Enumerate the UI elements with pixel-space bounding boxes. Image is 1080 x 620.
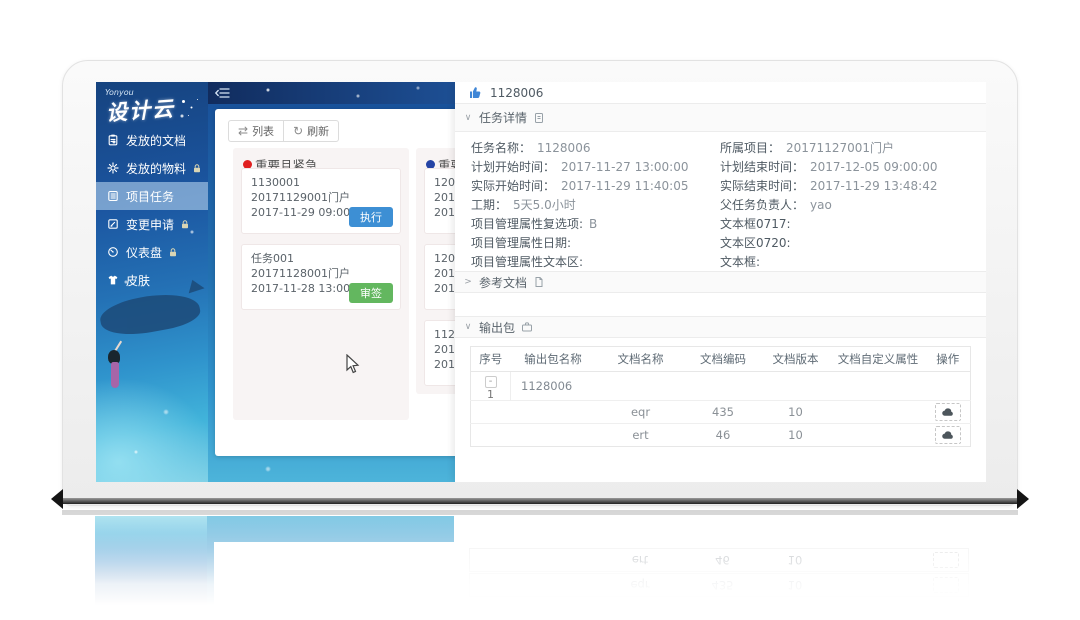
clipboard-icon [107,134,119,146]
section-task-detail[interactable]: ∨ 任务详情 [455,104,986,132]
tasks-icon [107,190,119,202]
cloud-download-icon [942,408,954,416]
download-button[interactable] [935,403,961,421]
girl-illustration [111,362,119,388]
kanban-column-urgent-important: 重要且紧急 1130001 20171129001门户 2017-11-29 0… [233,148,409,420]
refresh-button[interactable]: ↻ 刷新 [283,120,339,142]
sidebar-item-skin[interactable]: 皮肤 [96,266,208,294]
topbar [208,82,455,104]
sidebar-item-label: 发放的文档 [126,132,186,149]
mouse-cursor [346,354,360,374]
chevron-down-icon: ∨ [463,113,473,123]
package-name: 1128006 [511,372,596,401]
output-package-table: 序号 输出包名称 文档名称 文档编码 文档版本 文档自定义属性 操作 - 1 1 [470,346,971,447]
approve-button[interactable]: 审签 [349,283,393,303]
table-row: ert 46 10 [471,424,971,447]
sidebar-item-label: 变更申请 [126,216,174,233]
refresh-icon: ↻ [293,125,303,137]
task-card[interactable]: 任务001 20171128001门户 2017-11-28 13:00:00 … [241,244,401,310]
document-icon [533,112,545,124]
sidebar-item-project-tasks[interactable]: 项目任务 [96,182,208,210]
panel-header: 1128006 [455,82,986,104]
edit-icon [107,218,119,230]
table-group-row: - 1 1128006 [471,372,971,401]
task-id: 1128006 [490,86,543,100]
lock-icon [181,220,189,229]
sidebar-item-label: 发放的物料 [126,160,186,177]
section-output-package[interactable]: ∨ 输出包 [455,316,986,338]
laptop-foot-right [1017,489,1029,509]
briefcase-icon [521,321,533,333]
shirt-icon [107,274,119,286]
brand-logo: 设计云 [105,93,176,128]
file-icon [533,276,545,288]
lock-icon [169,248,177,257]
stars-decoration [182,100,185,103]
task-board: ⇄ 列表 ↻ 刷新 重要且紧急 1130001 201711 [215,109,465,456]
whale-illustration [98,288,203,341]
laptop-frame: Yonyou 设计云 发放的文档 发放的物料 [62,60,1018,506]
task-fields: 任务名称：1128006 所属项目：20171127001门户 计划开始时间：2… [455,132,986,271]
screen: Yonyou 设计云 发放的文档 发放的物料 [96,82,986,482]
sidebar-item-dashboard[interactable]: 仪表盘 [96,238,208,266]
list-view-button[interactable]: ⇄ 列表 [228,120,284,142]
page: Yonyou 设计云 发放的文档 发放的物料 [0,0,1080,620]
gear-icon [107,162,119,174]
sidebar-nav: 发放的文档 发放的物料 项目任务 [96,126,208,294]
execute-button[interactable]: 执行 [349,207,393,227]
cloud-download-icon [942,431,954,439]
sidebar-item-issued-docs[interactable]: 发放的文档 [96,126,208,154]
card-task-name: 任务001 [251,251,391,266]
collapse-menu-icon[interactable] [215,87,231,99]
chevron-right-icon: > [463,277,473,287]
task-card[interactable]: 1130001 20171129001门户 2017-11-29 09:00:0… [241,168,401,234]
chevron-down-icon: ∨ [463,322,473,332]
detail-panel: 1128006 ∨ 任务详情 任务名称：1128006 所属项目：2017112… [455,82,986,482]
card-project: 20171129001门户 [251,190,391,205]
reflection: ert 46 10 eqr 435 10 [62,510,1018,605]
download-button[interactable] [935,426,961,444]
section-reference-docs[interactable]: > 参考文档 [455,271,986,293]
row-number: 1 [471,389,510,400]
card-task-name: 1130001 [251,175,391,190]
lock-icon [193,164,201,173]
laptop-foot-left [51,489,63,509]
sidebar-item-issued-materials[interactable]: 发放的物料 [96,154,208,182]
sidebar-item-label: 皮肤 [126,272,150,289]
card-project: 20171128001门户 [251,266,391,281]
sidebar-item-label: 仪表盘 [126,244,162,261]
sidebar: Yonyou 设计云 发放的文档 发放的物料 [96,82,208,482]
table-row: eqr 435 10 [471,401,971,424]
thumbs-up-icon [469,86,482,99]
collapse-row-button[interactable]: - [485,376,497,388]
sidebar-item-label: 项目任务 [126,188,174,205]
dashboard-icon [107,246,119,258]
board-toolbar: ⇄ 列表 ↻ 刷新 [228,120,339,142]
sidebar-item-change-request[interactable]: 变更申请 [96,210,208,238]
laptop-base-edge [58,498,1022,504]
switch-icon: ⇄ [238,125,248,137]
table-header-row: 序号 输出包名称 文档名称 文档编码 文档版本 文档自定义属性 操作 [471,347,971,372]
